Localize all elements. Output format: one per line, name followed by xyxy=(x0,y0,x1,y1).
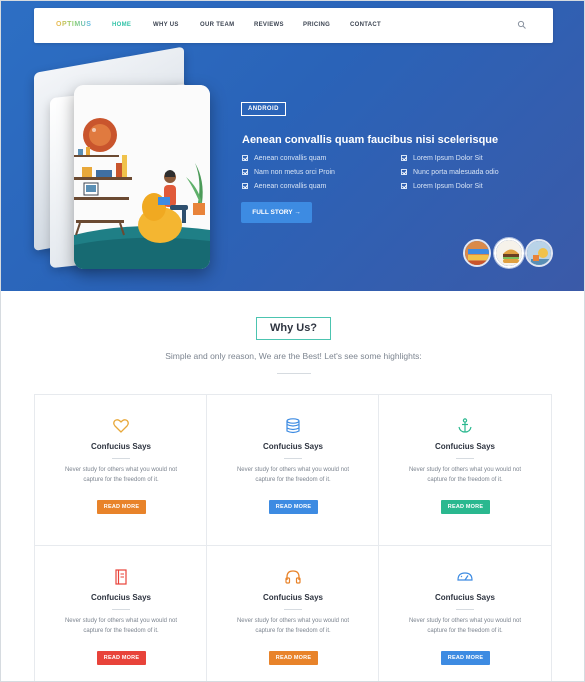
nav-item-our-team[interactable]: OUR TEAM xyxy=(200,22,234,28)
read-more-button[interactable]: READ MORE xyxy=(97,651,146,665)
feature-text: Aenean convallis quam xyxy=(254,183,327,190)
slider-thumb-2[interactable] xyxy=(494,238,524,268)
read-more-button[interactable]: READ MORE xyxy=(97,500,146,514)
checkbox-icon xyxy=(242,169,248,175)
feature-divider xyxy=(456,609,474,610)
book-icon xyxy=(115,569,127,585)
read-more-button[interactable]: READ MORE xyxy=(441,500,490,514)
feature-divider xyxy=(284,458,302,459)
feature-item: Nunc porta malesuada odio xyxy=(401,169,499,176)
feature-card: Confucius Says Never study for others wh… xyxy=(207,546,379,681)
feature-card: Confucius Says Never study for others wh… xyxy=(379,395,551,546)
nav-item-home[interactable]: HOME xyxy=(112,22,131,28)
full-story-button[interactable]: FULL STORY → xyxy=(241,202,312,223)
database-icon xyxy=(286,418,300,434)
feature-title: Confucius Says xyxy=(262,593,323,602)
feature-card: Confucius Says Never study for others wh… xyxy=(35,395,207,546)
read-more-button[interactable]: READ MORE xyxy=(269,651,318,665)
feature-text: Lorem Ipsum Dolor Sit xyxy=(413,183,483,190)
checkbox-icon xyxy=(401,183,407,189)
checkbox-icon xyxy=(242,155,248,161)
feature-title: Confucius Says xyxy=(434,442,495,451)
feature-item: Aenean convallis quam xyxy=(242,183,326,190)
feature-divider xyxy=(456,458,474,459)
feature-card: Confucius Says Never study for others wh… xyxy=(35,546,207,681)
feature-card: Confucius Says Never study for others wh… xyxy=(207,395,379,546)
feature-text: Nunc porta malesuada odio xyxy=(413,169,499,176)
feature-divider xyxy=(284,609,302,610)
hero-section: OPTIMUS HOME WHY US OUR TEAM REVIEWS PRI… xyxy=(1,1,584,291)
feature-title: Confucius Says xyxy=(90,442,151,451)
checkbox-icon xyxy=(401,155,407,161)
feature-text: Never study for others what you would no… xyxy=(408,467,522,483)
feature-title: Confucius Says xyxy=(434,593,495,602)
section-divider xyxy=(277,373,311,374)
feature-item: Lorem Ipsum Dolor Sit xyxy=(401,155,483,162)
checkbox-icon xyxy=(242,183,248,189)
feature-text: Aenean convallis quam xyxy=(254,155,327,162)
full-story-label: FULL STORY xyxy=(252,209,293,216)
slider-thumb-1[interactable] xyxy=(463,239,491,267)
feature-item: Nam non metus orci Proin xyxy=(242,169,335,176)
feature-divider xyxy=(112,458,130,459)
why-us-heading: Why Us? xyxy=(256,317,331,340)
feature-text: Never study for others what you would no… xyxy=(236,467,350,483)
read-more-button[interactable]: READ MORE xyxy=(269,500,318,514)
arrow-right-icon: → xyxy=(294,209,301,216)
feature-item: Lorem Ipsum Dolor Sit xyxy=(401,183,483,190)
feature-text: Never study for others what you would no… xyxy=(236,618,350,634)
slider-thumb-3[interactable] xyxy=(525,239,553,267)
feature-card: Confucius Says Never study for others wh… xyxy=(379,546,551,681)
feature-title: Confucius Says xyxy=(90,593,151,602)
room-illustration xyxy=(74,85,210,269)
why-us-subtitle: Simple and only reason, We are the Best!… xyxy=(165,351,422,361)
page: OPTIMUS HOME WHY US OUR TEAM REVIEWS PRI… xyxy=(0,0,585,682)
search-icon[interactable] xyxy=(517,20,527,30)
feature-text: Lorem Ipsum Dolor Sit xyxy=(413,155,483,162)
feature-text: Never study for others what you would no… xyxy=(64,618,178,634)
burger-thumbnail xyxy=(496,240,522,266)
device-mockup xyxy=(34,46,219,271)
books-thumbnail xyxy=(465,241,489,265)
feature-item: Aenean convallis quam xyxy=(242,155,326,162)
nav-item-pricing[interactable]: PRICING xyxy=(303,22,330,28)
anchor-icon xyxy=(458,418,472,433)
features-grid: Confucius Says Never study for others wh… xyxy=(34,394,552,681)
top-nav: OPTIMUS HOME WHY US OUR TEAM REVIEWS PRI… xyxy=(34,8,553,43)
gauge-icon xyxy=(457,572,473,581)
logo[interactable]: OPTIMUS xyxy=(56,21,91,28)
feature-text: Never study for others what you would no… xyxy=(64,467,178,483)
feature-text: Never study for others what you would no… xyxy=(408,618,522,634)
read-more-button[interactable]: READ MORE xyxy=(441,651,490,665)
checkbox-icon xyxy=(401,169,407,175)
device-front-card xyxy=(74,85,210,269)
category-badge[interactable]: ANDROID xyxy=(241,102,286,116)
workspace-thumbnail xyxy=(527,241,551,265)
feature-divider xyxy=(112,609,130,610)
headphones-icon xyxy=(285,570,301,584)
feature-text: Nam non metus orci Proin xyxy=(254,169,335,176)
nav-item-contact[interactable]: CONTACT xyxy=(350,22,381,28)
nav-item-why-us[interactable]: WHY US xyxy=(153,22,179,28)
nav-item-reviews[interactable]: REVIEWS xyxy=(254,22,284,28)
heart-icon xyxy=(113,419,129,433)
feature-title: Confucius Says xyxy=(262,442,323,451)
hero-title: Aenean convallis quam faucibus nisi scel… xyxy=(242,134,499,146)
